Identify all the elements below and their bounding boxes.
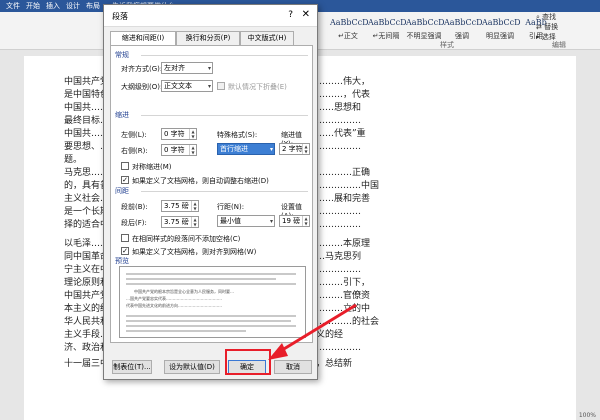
annotation-arrow-icon (268, 303, 357, 360)
zoom-level[interactable]: 100% (579, 412, 596, 419)
